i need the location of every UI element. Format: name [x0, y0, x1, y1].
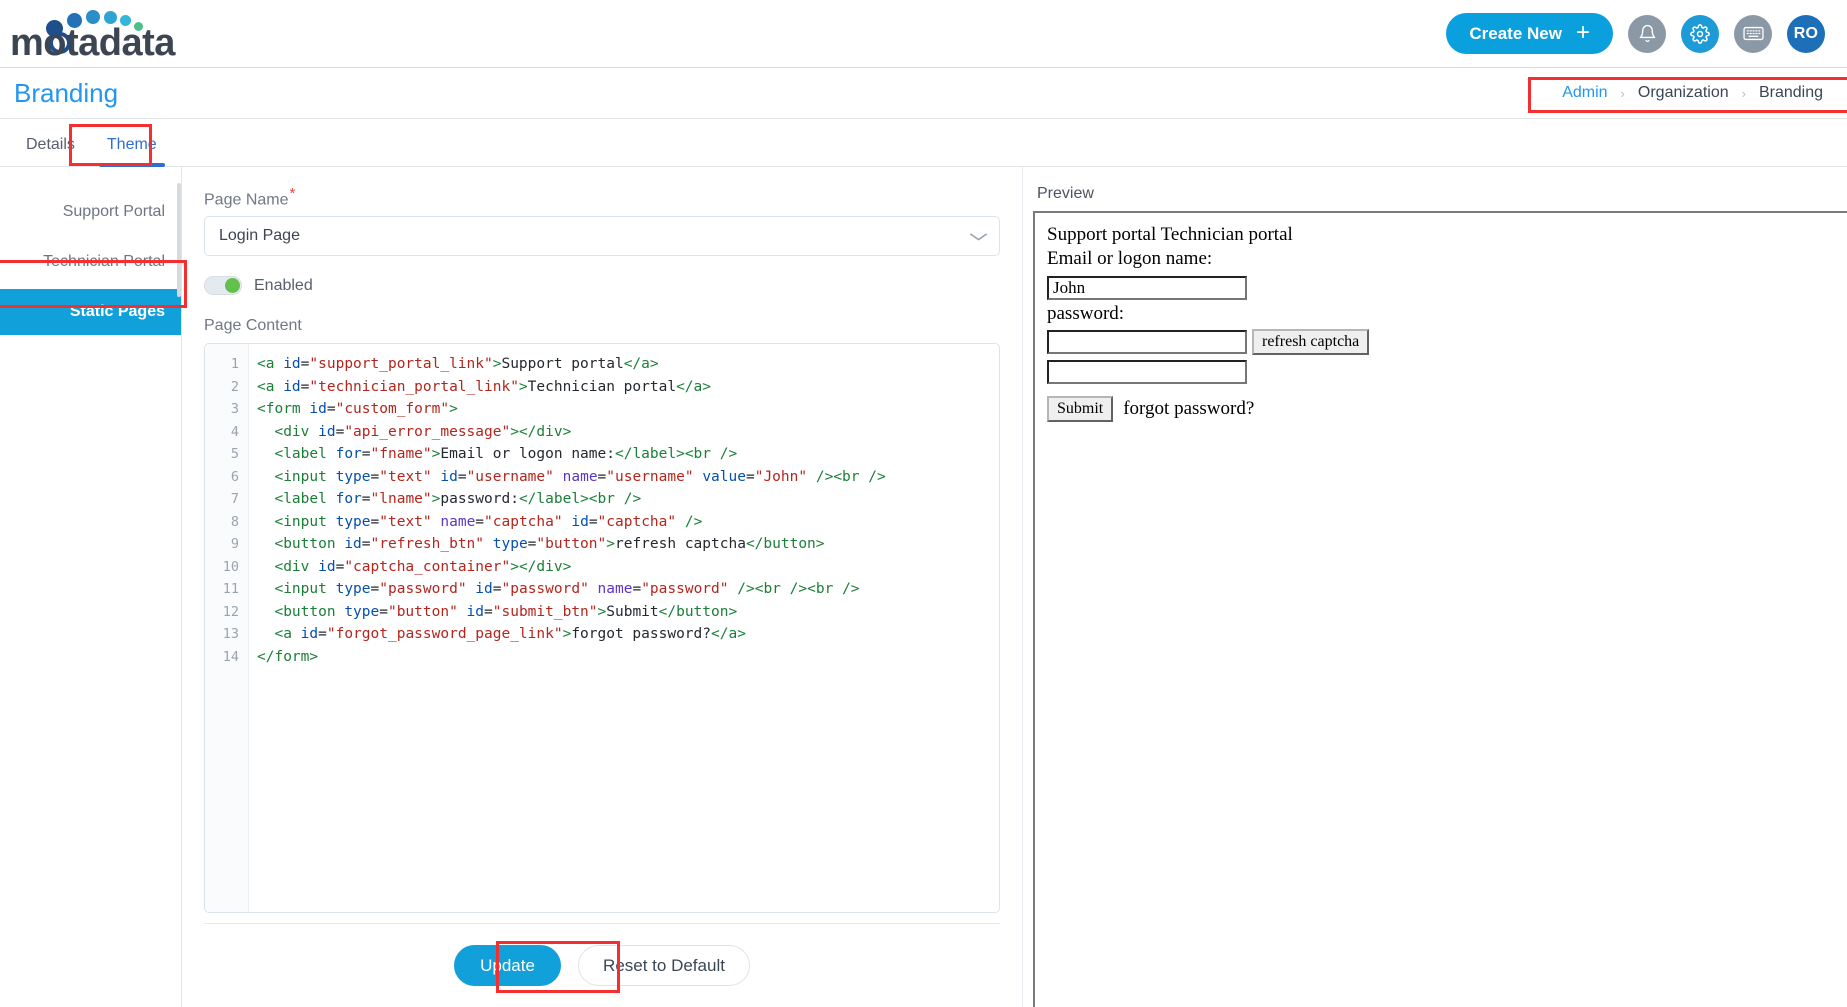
preview-frame: Support portal Technician portal Email o…: [1033, 211, 1847, 1007]
plus-icon: +: [1575, 18, 1590, 46]
preview-submit-button[interactable]: Submit: [1047, 395, 1114, 422]
notifications-button[interactable]: [1628, 14, 1666, 53]
page-content-code-editor[interactable]: 1 2 3 4 5 6 7 8 9 10 11 12 13 14 <a id="support_porta…: [204, 343, 1000, 913]
user-avatar[interactable]: RO: [1787, 14, 1825, 53]
page-body: Support Portal Technician Portal Static …: [0, 167, 1847, 1007]
editor-line-number: 9: [230, 536, 239, 553]
editor-line-number: 5: [230, 446, 239, 463]
editor-line-number-gutter: 1 2 3 4 5 6 7 8 9 10 11 12 13 14: [205, 344, 249, 912]
enabled-toggle[interactable]: [204, 276, 242, 296]
form-footer: Update Reset to Default: [204, 923, 1000, 1007]
preview-portal-links[interactable]: Support portal Technician portal: [1047, 223, 1835, 247]
sidebar-item-label: Technician Portal: [43, 253, 165, 270]
preview-refresh-captcha-button[interactable]: refresh captcha: [1252, 328, 1370, 355]
editor-line-number: 11: [222, 581, 239, 598]
editor-line-number: 8: [230, 513, 239, 530]
sidebar-item-technician-portal[interactable]: Technician Portal: [0, 239, 181, 285]
content-area: Page Name* Login Page Enabled Page Conte…: [182, 167, 1847, 1007]
app-root: motadata Create New + RO Branding Admin …: [0, 0, 1847, 1007]
preview-password-row: [1047, 358, 1835, 386]
editor-line-number: 4: [230, 423, 239, 440]
sidebar-item-support-portal[interactable]: Support Portal: [0, 189, 181, 235]
breadcrumb-separator-icon: ›: [1620, 85, 1625, 101]
page-title-bar: Branding Admin › Organization › Branding: [0, 68, 1847, 119]
tab-theme[interactable]: Theme: [91, 136, 173, 167]
required-indicator: *: [289, 185, 296, 202]
page-name-label: Page Name*: [204, 185, 1000, 209]
page-name-selected-value: Login Page: [219, 227, 300, 245]
breadcrumb-item-admin[interactable]: Admin: [1562, 84, 1607, 102]
editor-line-number: 12: [222, 603, 239, 620]
gear-icon: [1690, 23, 1710, 44]
sidebar-item-label: Static Pages: [69, 303, 165, 320]
editor-code-text: <a id="support_portal_link">Support port…: [257, 356, 886, 665]
breadcrumb-item-organization[interactable]: Organization: [1638, 84, 1729, 102]
breadcrumb: Admin › Organization › Branding: [1556, 79, 1829, 107]
preview-username-row: [1047, 274, 1835, 302]
keyboard-icon: [1742, 25, 1764, 42]
enabled-toggle-label: Enabled: [254, 276, 313, 294]
update-button[interactable]: Update: [454, 945, 562, 986]
avatar-initials: RO: [1793, 24, 1819, 42]
settings-button[interactable]: [1681, 14, 1719, 53]
bell-icon: [1638, 24, 1657, 43]
chevron-down-icon: [969, 229, 988, 244]
tab-details[interactable]: Details: [10, 136, 91, 166]
breadcrumb-item-branding: Branding: [1758, 84, 1823, 101]
preview-title: Preview: [1037, 185, 1094, 202]
page-name-label-text: Page Name: [204, 191, 289, 209]
motadata-logo[interactable]: motadata: [10, 6, 180, 64]
toggle-knob: [225, 278, 240, 294]
page-name-select[interactable]: Login Page: [204, 216, 1000, 257]
theme-sidebar: Support Portal Technician Portal Static …: [0, 167, 187, 1007]
editor-line-number: 3: [230, 401, 239, 418]
editor-line-number: 7: [230, 491, 239, 508]
editor-code-area[interactable]: <a id="support_portal_link">Support port…: [249, 344, 999, 912]
keyboard-shortcuts-button[interactable]: [1734, 14, 1772, 53]
editor-line-number: 14: [222, 648, 239, 665]
editor-line-number: 13: [222, 626, 239, 643]
preview-column: Preview Support portal Technician portal…: [1022, 167, 1847, 1007]
form-column: Page Name* Login Page Enabled Page Conte…: [182, 167, 1022, 1007]
editor-line-number: 1: [230, 356, 239, 373]
top-header: motadata Create New + RO: [0, 0, 1847, 68]
enabled-toggle-row: Enabled: [204, 276, 1000, 296]
preview-email-label: Email or logon name:: [1047, 248, 1213, 270]
page-title: Branding: [14, 77, 119, 108]
editor-line-number: 2: [230, 378, 239, 395]
preview-captcha-row: refresh captcha: [1047, 328, 1835, 356]
sidebar-item-label: Support Portal: [62, 203, 165, 220]
editor-line-number: 6: [230, 468, 239, 485]
preview-captcha-input[interactable]: [1047, 329, 1247, 354]
page-content-label: Page Content: [204, 317, 302, 335]
preview-password-input[interactable]: [1047, 359, 1247, 384]
preview-submit-row: Submit forgot password?: [1047, 395, 1835, 422]
create-new-button[interactable]: Create New +: [1446, 13, 1613, 54]
preview-forgot-password-link[interactable]: forgot password?: [1123, 398, 1254, 420]
logo-wordmark: motadata: [10, 21, 175, 64]
tab-theme-label: Theme: [106, 136, 157, 153]
tab-bar: Details Theme: [0, 119, 1847, 167]
breadcrumb-separator-icon: ›: [1741, 85, 1746, 101]
reset-to-default-button[interactable]: Reset to Default: [578, 945, 750, 986]
sidebar-item-static-pages[interactable]: Static Pages: [0, 289, 181, 335]
editor-line-number: 10: [222, 558, 239, 575]
preview-password-label: password:: [1047, 302, 1125, 324]
sidebar-scroll-indicator[interactable]: [177, 183, 181, 297]
preview-username-input[interactable]: [1047, 275, 1247, 300]
tab-details-label: Details: [26, 136, 75, 153]
create-new-label: Create New: [1469, 23, 1562, 43]
